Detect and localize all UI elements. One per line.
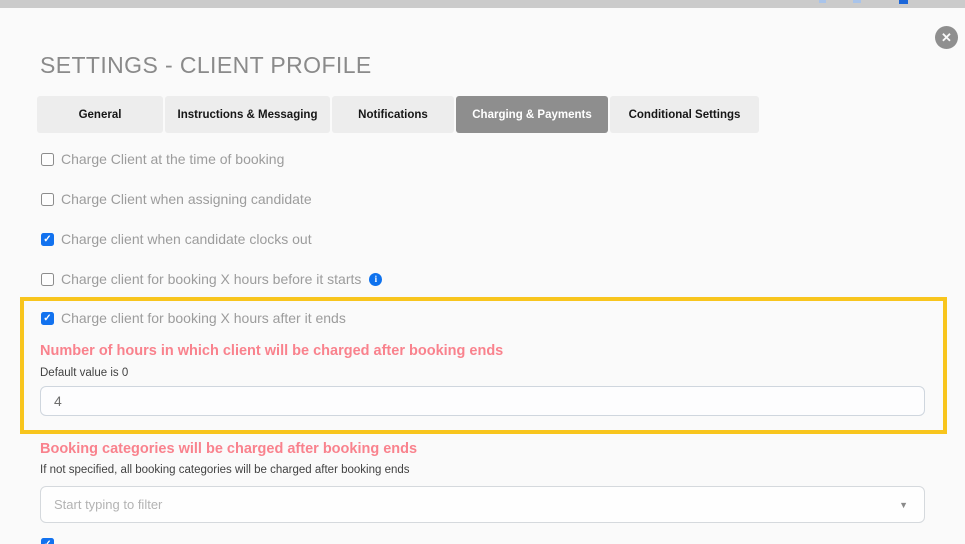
checkbox-row-charge-hours-after[interactable]: ✓ Charge client for booking X hours afte…: [41, 310, 346, 326]
settings-tab-bar: General Instructions & Messaging Notific…: [37, 96, 759, 133]
checkbox-checked[interactable]: ✓: [41, 232, 54, 246]
checkbox-row-charge-clocks-out[interactable]: ✓ Charge client when candidate clocks ou…: [41, 231, 312, 247]
clipped-toolbar-icon: [899, 0, 908, 4]
hours-after-heading: Number of hours in which client will be …: [40, 343, 504, 359]
checkbox-unchecked[interactable]: [41, 152, 54, 166]
checkbox-row-charge-at-booking[interactable]: Charge Client at the time of booking: [41, 151, 284, 167]
close-icon[interactable]: ✕: [935, 26, 958, 49]
checkbox-checked[interactable]: ✓: [41, 538, 54, 544]
checkbox-label: Charge client for booking X hours after …: [61, 310, 346, 326]
tab-notifications[interactable]: Notifications: [332, 96, 454, 133]
booking-categories-note: If not specified, all booking categories…: [40, 464, 410, 476]
browser-top-strip: [0, 0, 965, 8]
checkbox-label: Charge client when candidate clocks out: [61, 231, 312, 247]
checkbox-checked[interactable]: ✓: [41, 311, 54, 325]
checkbox-row-charge-when-assigning[interactable]: Charge Client when assigning candidate: [41, 191, 312, 207]
filter-placeholder: Start typing to filter: [54, 497, 163, 512]
booking-categories-filter[interactable]: Start typing to filter ▼: [40, 486, 925, 523]
checkbox-label: Charge Client when assigning candidate: [61, 191, 312, 207]
settings-modal: ✕ SETTINGS - CLIENT PROFILE General Inst…: [0, 0, 965, 544]
chevron-down-icon[interactable]: ▼: [899, 500, 908, 510]
page-title: SETTINGS - CLIENT PROFILE: [40, 52, 372, 78]
clipped-bottom-checkbox-row[interactable]: ✓: [41, 538, 61, 544]
tab-conditional-settings[interactable]: Conditional Settings: [610, 96, 759, 133]
clipped-toolbar-icon: [853, 0, 861, 3]
checkbox-unchecked[interactable]: [41, 272, 54, 286]
hours-after-note: Default value is 0: [40, 367, 129, 379]
checkbox-label: Charge client for booking X hours before…: [61, 271, 362, 287]
hours-after-input[interactable]: [40, 386, 925, 416]
info-icon[interactable]: i: [369, 272, 383, 286]
tab-instructions-messaging[interactable]: Instructions & Messaging: [165, 96, 330, 133]
tab-charging-payments[interactable]: Charging & Payments: [456, 96, 608, 133]
checkbox-row-charge-hours-before[interactable]: Charge client for booking X hours before…: [41, 271, 383, 287]
booking-categories-heading: Booking categories will be charged after…: [40, 441, 418, 457]
clipped-toolbar-icon: [819, 0, 826, 3]
checkbox-label: Charge Client at the time of booking: [61, 151, 285, 167]
highlighted-hours-after-section: ✓ Charge client for booking X hours afte…: [20, 297, 947, 434]
tab-general[interactable]: General: [37, 96, 163, 133]
checkbox-unchecked[interactable]: [41, 192, 54, 206]
